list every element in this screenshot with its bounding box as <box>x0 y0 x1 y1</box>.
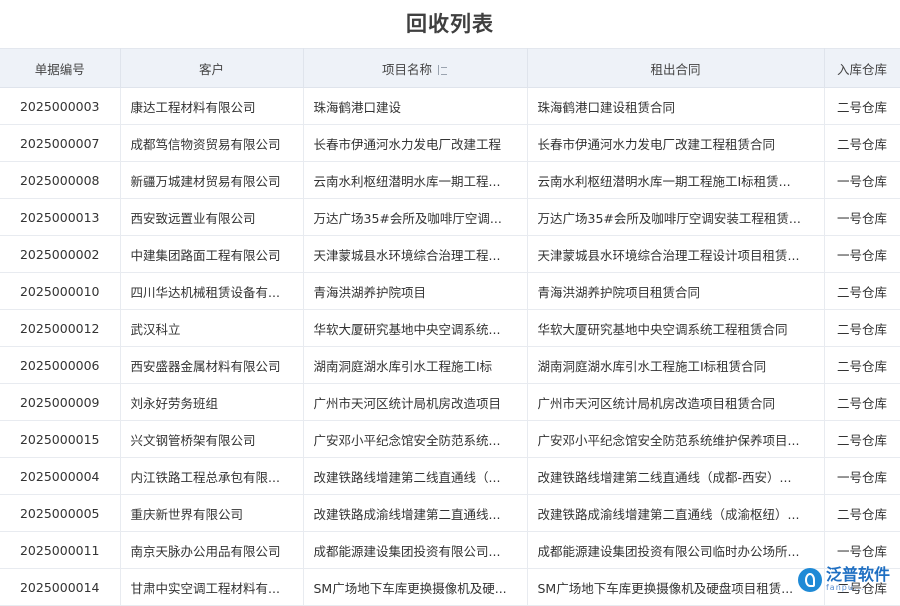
rental-contract-link[interactable]: 华软大厦研究基地中央空调系统工程租赁合同 <box>527 309 825 347</box>
column-header-warehouse[interactable]: 入库仓库 <box>824 48 900 88</box>
rental-contract-link[interactable]: 湖南洞庭湖水库引水工程施工I标租赁合同 <box>527 346 825 384</box>
column-header-project[interactable]: 项目名称 <box>303 48 528 88</box>
project-name-link[interactable]: 广安邓小平纪念馆安全防范系统... <box>303 420 528 458</box>
table-row[interactable]: 2025000009 刘永好劳务班组 广州市天河区统计局机房改造项目 广州市天河区统计… <box>0 383 900 421</box>
warehouse-cell: 二号仓库 <box>824 346 900 384</box>
document-number-link[interactable]: 2025000011 <box>0 531 121 569</box>
project-name-link[interactable]: 珠海鹤港口建设 <box>303 87 528 125</box>
column-header-label: 客户 <box>198 61 224 77</box>
document-number-link[interactable]: 2025000009 <box>0 383 121 421</box>
warehouse-cell: 一号仓库 <box>824 531 900 569</box>
table-row[interactable]: 2025000003 康达工程材料有限公司 珠海鹤港口建设 珠海鹤港口建设租赁合同 二号… <box>0 87 900 125</box>
warehouse-cell: 二号仓库 <box>824 87 900 125</box>
document-number-link[interactable]: 2025000006 <box>0 346 121 384</box>
project-name-link[interactable]: 云南水利枢纽潜明水库一期工程... <box>303 161 528 199</box>
document-number-link[interactable]: 2025000007 <box>0 124 121 162</box>
warehouse-cell: 二号仓库 <box>824 383 900 421</box>
table-row[interactable]: 2025000008 新疆万城建材贸易有限公司 云南水利枢纽潜明水库一期工程... 云… <box>0 161 900 199</box>
table-row[interactable]: 2025000013 西安致远置业有限公司 万达广场35#会所及咖啡厅空调... 万达… <box>0 198 900 236</box>
rental-contract-link[interactable]: 云南水利枢纽潜明水库一期工程施工I标租赁... <box>527 161 825 199</box>
document-number-link[interactable]: 2025000003 <box>0 87 121 125</box>
warehouse-cell: 一号仓库 <box>824 198 900 236</box>
warehouse-cell: 二号仓库 <box>824 309 900 347</box>
project-name-link[interactable]: 长春市伊通河水力发电厂改建工程 <box>303 124 528 162</box>
customer-cell: 兴文钢管桥架有限公司 <box>120 420 304 458</box>
customer-cell: 西安致远置业有限公司 <box>120 198 304 236</box>
customer-cell: 西安盛器金属材料有限公司 <box>120 346 304 384</box>
table-header-row: 单据编号 客户 项目名称 租出合同 入库仓库 <box>0 48 900 88</box>
rental-contract-link[interactable]: 天津蒙城县水环境综合治理工程设计项目租赁... <box>527 235 825 273</box>
sort-icon[interactable] <box>438 64 448 76</box>
document-number-link[interactable]: 2025000012 <box>0 309 121 347</box>
customer-cell: 康达工程材料有限公司 <box>120 87 304 125</box>
table-row[interactable]: 2025000011 南京天脉办公用品有限公司 成都能源建设集团投资有限公司... 成… <box>0 531 900 569</box>
table-row[interactable]: 2025000004 内江铁路工程总承包有限... 改建铁路线增建第二线直通线（..… <box>0 457 900 495</box>
customer-cell: 刘永好劳务班组 <box>120 383 304 421</box>
column-header-no[interactable]: 单据编号 <box>0 48 121 88</box>
table-row[interactable]: 2025000010 四川华达机械租赁设备有... 青海洪湖养护院项目 青海洪湖养护院… <box>0 272 900 310</box>
warehouse-cell: 一号仓库 <box>824 235 900 273</box>
customer-cell: 中建集团路面工程有限公司 <box>120 235 304 273</box>
recycle-list-table: 单据编号 客户 项目名称 租出合同 入库仓库 2025000003 康达工程材料有… <box>0 48 900 606</box>
project-name-link[interactable]: 广州市天河区统计局机房改造项目 <box>303 383 528 421</box>
watermark-url: fanpu... <box>825 583 865 592</box>
table-row[interactable]: 2025000005 重庆新世界有限公司 改建铁路成渝线增建第二直通线... 改建铁路… <box>0 494 900 532</box>
project-name-link[interactable]: 改建铁路成渝线增建第二直通线... <box>303 494 528 532</box>
document-number-link[interactable]: 2025000013 <box>0 198 121 236</box>
document-number-link[interactable]: 2025000005 <box>0 494 121 532</box>
table-row[interactable]: 2025000012 武汉科立 华软大厦研究基地中央空调系统... 华软大厦研究基地中… <box>0 309 900 347</box>
project-name-link[interactable]: 天津蒙城县水环境综合治理工程... <box>303 235 528 273</box>
brand-watermark: 泛普软件 fanpu... <box>797 565 890 592</box>
warehouse-cell: 二号仓库 <box>824 124 900 162</box>
rental-contract-link[interactable]: 长春市伊通河水力发电厂改建工程租赁合同 <box>527 124 825 162</box>
customer-cell: 南京天脉办公用品有限公司 <box>120 531 304 569</box>
document-number-link[interactable]: 2025000002 <box>0 235 121 273</box>
column-header-label: 租出合同 <box>650 61 701 77</box>
table-row[interactable]: 2025000006 西安盛器金属材料有限公司 湖南洞庭湖水库引水工程施工I标 湖南洞… <box>0 346 900 384</box>
document-number-link[interactable]: 2025000010 <box>0 272 121 310</box>
warehouse-cell: 一号仓库 <box>824 161 900 199</box>
rental-contract-link[interactable]: 改建铁路线增建第二线直通线（成都-西安）... <box>527 457 825 495</box>
rental-contract-link[interactable]: 广州市天河区统计局机房改造项目租赁合同 <box>527 383 825 421</box>
column-header-contract[interactable]: 租出合同 <box>527 48 825 88</box>
document-number-link[interactable]: 2025000015 <box>0 420 121 458</box>
column-header-label: 项目名称 <box>381 61 432 77</box>
column-header-label: 入库仓库 <box>836 61 887 77</box>
project-name-link[interactable]: 成都能源建设集团投资有限公司... <box>303 531 528 569</box>
document-number-link[interactable]: 2025000004 <box>0 457 121 495</box>
watermark-brand: 泛普软件 <box>825 565 890 584</box>
rental-contract-link[interactable]: 青海洪湖养护院项目租赁合同 <box>527 272 825 310</box>
customer-cell: 四川华达机械租赁设备有... <box>120 272 304 310</box>
rental-contract-link[interactable]: 成都能源建设集团投资有限公司临时办公场所... <box>527 531 825 569</box>
column-header-label: 单据编号 <box>34 61 85 77</box>
table-row[interactable]: 2025000015 兴文钢管桥架有限公司 广安邓小平纪念馆安全防范系统... 广安邓… <box>0 420 900 458</box>
warehouse-cell: 一号仓库 <box>824 457 900 495</box>
rental-contract-link[interactable]: 珠海鹤港口建设租赁合同 <box>527 87 825 125</box>
customer-cell: 新疆万城建材贸易有限公司 <box>120 161 304 199</box>
fanpu-logo-icon <box>797 567 822 592</box>
document-number-link[interactable]: 2025000008 <box>0 161 121 199</box>
customer-cell: 武汉科立 <box>120 309 304 347</box>
rental-contract-link[interactable]: 万达广场35#会所及咖啡厅空调安装工程租赁... <box>527 198 825 236</box>
rental-contract-link[interactable]: 改建铁路成渝线增建第二直通线（成渝枢纽）... <box>527 494 825 532</box>
table-row[interactable]: 2025000002 中建集团路面工程有限公司 天津蒙城县水环境综合治理工程... 天… <box>0 235 900 273</box>
rental-contract-link[interactable]: 广安邓小平纪念馆安全防范系统维护保养项目... <box>527 420 825 458</box>
table-row[interactable]: 2025000007 成都笃信物资贸易有限公司 长春市伊通河水力发电厂改建工程 长春市… <box>0 124 900 162</box>
page-title: 回收列表 <box>406 12 494 36</box>
warehouse-cell: 二号仓库 <box>824 494 900 532</box>
warehouse-cell: 二号仓库 <box>824 272 900 310</box>
column-header-customer[interactable]: 客户 <box>120 48 304 88</box>
customer-cell: 内江铁路工程总承包有限... <box>120 457 304 495</box>
project-name-link[interactable]: 万达广场35#会所及咖啡厅空调... <box>303 198 528 236</box>
project-name-link[interactable]: 湖南洞庭湖水库引水工程施工I标 <box>303 346 528 384</box>
project-name-link[interactable]: 改建铁路线增建第二线直通线（... <box>303 457 528 495</box>
customer-cell: 成都笃信物资贸易有限公司 <box>120 124 304 162</box>
project-name-link[interactable]: 华软大厦研究基地中央空调系统... <box>303 309 528 347</box>
project-name-link[interactable]: 青海洪湖养护院项目 <box>303 272 528 310</box>
warehouse-cell: 二号仓库 <box>824 420 900 458</box>
customer-cell: 重庆新世界有限公司 <box>120 494 304 532</box>
